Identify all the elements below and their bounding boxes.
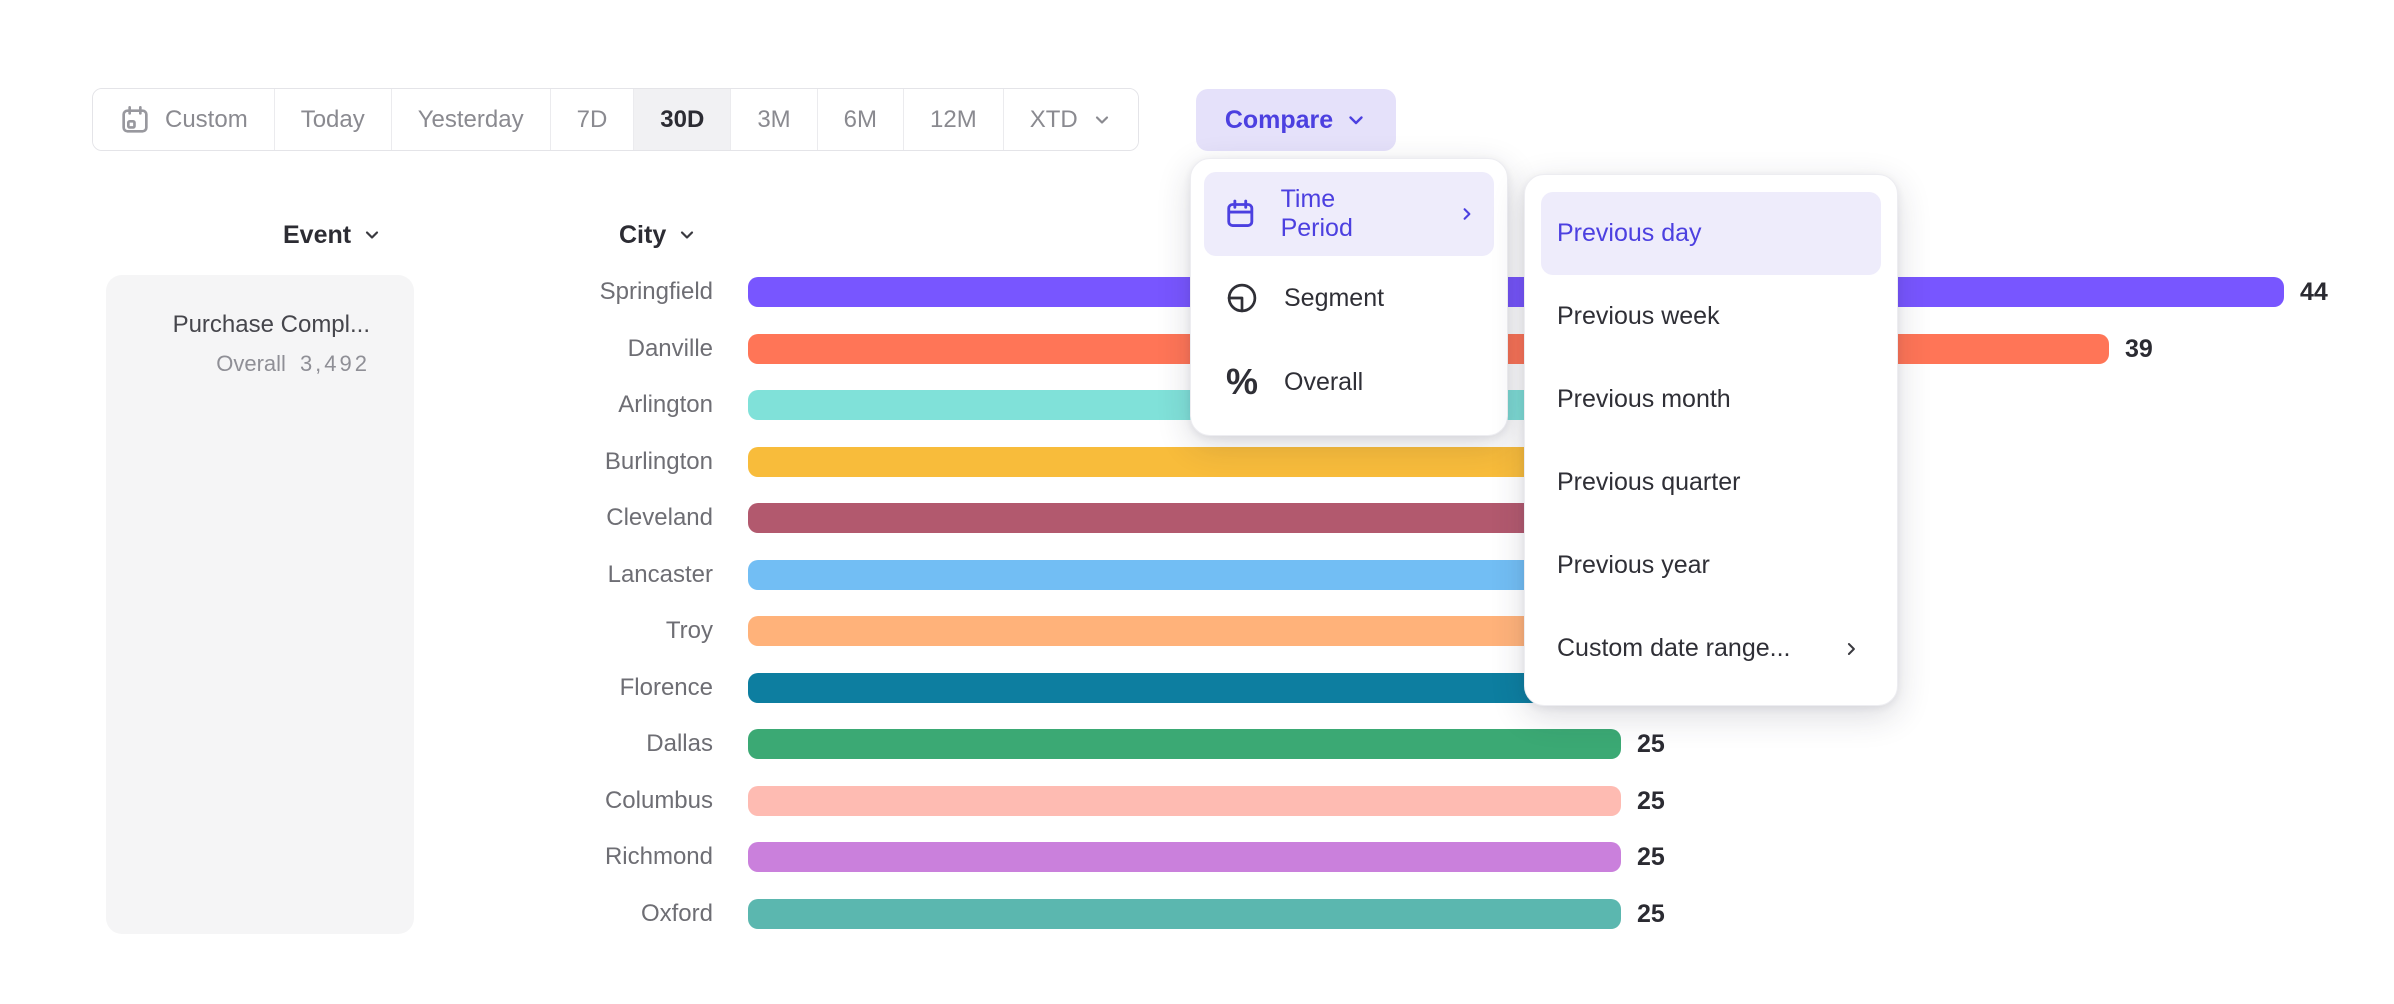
- range-button-today[interactable]: Today: [275, 89, 392, 150]
- bar-value-label: 44: [2300, 277, 2328, 308]
- range-button-label: 7D: [577, 106, 608, 134]
- menu-item-label: Previous week: [1557, 302, 1720, 331]
- bar-richmond[interactable]: [748, 842, 1621, 872]
- bar-value-label: 25: [1637, 729, 1665, 760]
- range-button-yesterday[interactable]: Yesterday: [392, 89, 551, 150]
- bar-category-label: Burlington: [0, 447, 713, 477]
- range-button-label: 12M: [930, 106, 977, 134]
- bar-row: Richmond 25: [0, 842, 2394, 872]
- bar-row: Lancaster28: [0, 560, 2394, 590]
- bar-row: Florence26: [0, 673, 2394, 703]
- bar-dallas[interactable]: [748, 729, 1621, 759]
- bar-row: Burlington30: [0, 447, 2394, 477]
- range-button-7d[interactable]: 7D: [551, 89, 635, 150]
- range-button-label: Today: [301, 106, 365, 134]
- menu-item-label: Previous year: [1557, 551, 1710, 580]
- menu-item-overall[interactable]: % Overall: [1204, 340, 1494, 424]
- calendar-icon: [119, 104, 151, 136]
- menu-item-previous-day[interactable]: Previous day: [1541, 192, 1881, 275]
- compare-menu: Time Period Segment% Overall: [1190, 158, 1508, 436]
- menu-item-custom-date-range[interactable]: Custom date range...: [1541, 607, 1881, 690]
- bar-value-label: 39: [2125, 334, 2153, 365]
- menu-item-label: Overall: [1284, 368, 1363, 397]
- chevron-down-icon: [363, 226, 381, 244]
- bar-category-label: Danville: [0, 334, 713, 364]
- bar-oxford[interactable]: [748, 899, 1621, 929]
- range-button-label: 3M: [757, 106, 790, 134]
- city-column-header[interactable]: City: [619, 220, 696, 250]
- chevron-right-icon: [1457, 204, 1476, 224]
- chevron-down-icon: [678, 226, 696, 244]
- city-header-label: City: [619, 221, 666, 250]
- range-button-label: Yesterday: [418, 106, 524, 134]
- range-button-3m[interactable]: 3M: [731, 89, 817, 150]
- bar-category-label: Springfield: [0, 277, 713, 307]
- bar-florence[interactable]: [748, 673, 1655, 703]
- menu-item-time-period[interactable]: Time Period: [1204, 172, 1494, 256]
- menu-item-label: Time Period: [1281, 185, 1409, 243]
- range-button-30d[interactable]: 30D: [634, 89, 731, 150]
- bar-category-label: Florence: [0, 673, 713, 703]
- menu-item-label: Previous quarter: [1557, 468, 1740, 497]
- range-button-label: Custom: [165, 106, 248, 134]
- menu-item-previous-year[interactable]: Previous year: [1541, 524, 1881, 607]
- bar-value-label: 25: [1637, 842, 1665, 873]
- chevron-down-icon: [1345, 109, 1367, 131]
- chevron-down-icon: [1092, 110, 1112, 130]
- bar-value-label: 25: [1637, 786, 1665, 817]
- bar-category-label: Arlington: [0, 390, 713, 420]
- range-button-label: XTD: [1030, 106, 1078, 134]
- menu-item-previous-week[interactable]: Previous week: [1541, 275, 1881, 358]
- chevron-right-icon: [1841, 639, 1861, 659]
- bar-category-label: Dallas: [0, 729, 713, 759]
- menu-item-label: Segment: [1284, 284, 1384, 313]
- date-range-toolbar: Custom Today Yesterday 7D 30D 3M 6M 12M XTD: [92, 88, 1139, 151]
- time-period-submenu: Previous day Previous week Previous month P…: [1524, 174, 1898, 706]
- pie-segment-icon: [1224, 280, 1260, 316]
- bar-value-label: 25: [1637, 899, 1665, 930]
- compare-button[interactable]: Compare: [1196, 89, 1396, 151]
- range-button-label: 30D: [660, 106, 704, 134]
- bar-row: Cleveland29: [0, 503, 2394, 533]
- bar-row: Dallas 25: [0, 729, 2394, 759]
- range-button-6m[interactable]: 6M: [818, 89, 904, 150]
- bar-columbus[interactable]: [748, 786, 1621, 816]
- bar-category-label: Cleveland: [0, 503, 713, 533]
- menu-item-label: Custom date range...: [1557, 634, 1790, 663]
- percent-icon: %: [1224, 364, 1260, 400]
- compare-label: Compare: [1225, 106, 1333, 135]
- range-button-xtd[interactable]: XTD: [1004, 89, 1138, 150]
- bar-row: Oxford 25: [0, 899, 2394, 929]
- range-button-label: 6M: [844, 106, 877, 134]
- menu-item-label: Previous day: [1557, 219, 1702, 248]
- range-button-custom[interactable]: Custom: [93, 89, 275, 150]
- menu-item-previous-quarter[interactable]: Previous quarter: [1541, 441, 1881, 524]
- bar-category-label: Richmond: [0, 842, 713, 872]
- insights-report-page: Custom Today Yesterday 7D 30D 3M 6M 12M XTD Comp…: [0, 0, 2394, 1004]
- bar-category-label: Columbus: [0, 786, 713, 816]
- menu-item-label: Previous month: [1557, 385, 1731, 414]
- bar-springfield[interactable]: [748, 277, 2284, 307]
- bar-category-label: Lancaster: [0, 560, 713, 590]
- event-header-label: Event: [283, 221, 351, 250]
- event-column-header[interactable]: Event: [283, 220, 381, 250]
- event-card[interactable]: Purchase Compl... Overall3,492: [106, 275, 414, 934]
- bar-category-label: Oxford: [0, 899, 713, 929]
- bar-category-label: Troy: [0, 616, 713, 646]
- range-button-12m[interactable]: 12M: [904, 89, 1004, 150]
- bar-row: Columbus 25: [0, 786, 2394, 816]
- calendar-icon: [1224, 197, 1257, 231]
- menu-item-segment[interactable]: Segment: [1204, 256, 1494, 340]
- bar-row: Troy27: [0, 616, 2394, 646]
- menu-item-previous-month[interactable]: Previous month: [1541, 358, 1881, 441]
